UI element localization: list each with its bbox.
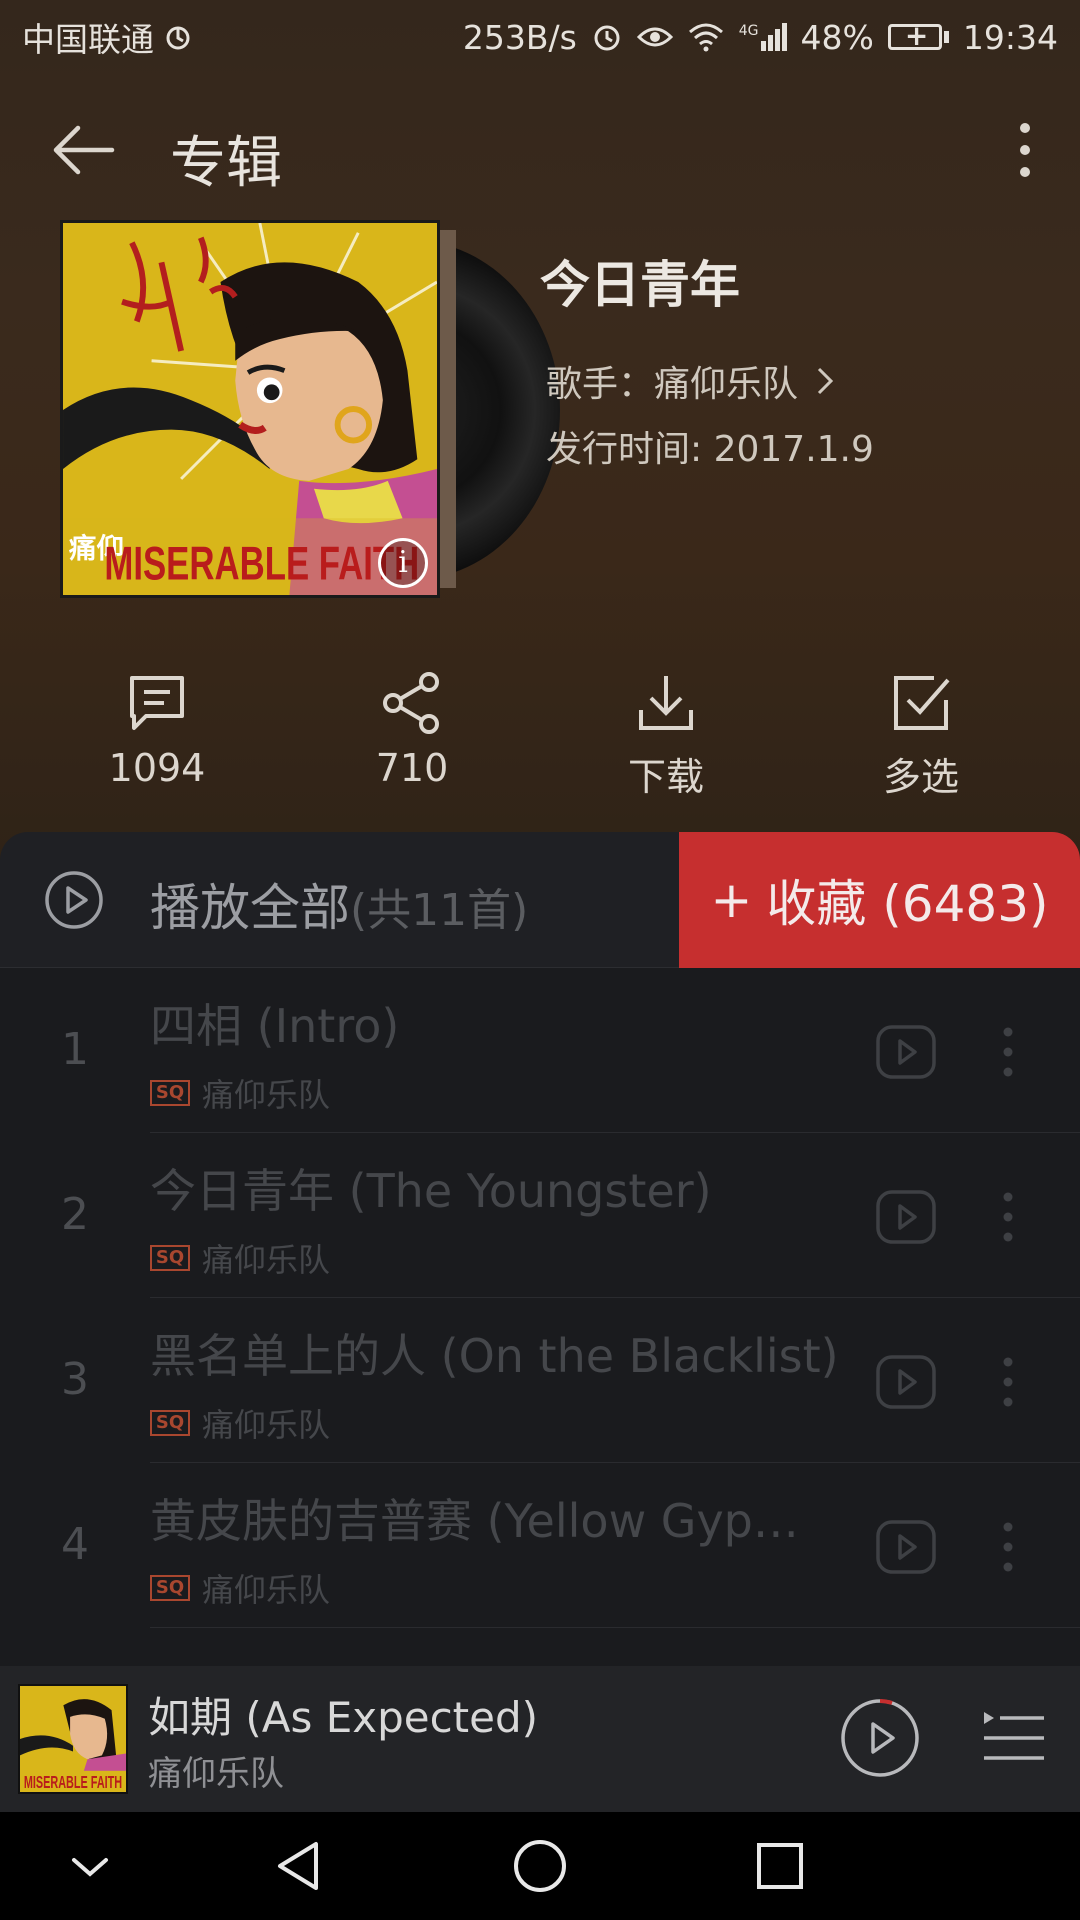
- back-arrow-icon[interactable]: [48, 120, 118, 180]
- song-index: 4: [61, 1519, 89, 1570]
- song-title: 今日青年 (The Youngster): [150, 1164, 712, 1218]
- comment-icon: [130, 676, 184, 730]
- share-count: 710: [375, 746, 449, 790]
- share-button[interactable]: 710: [322, 670, 502, 790]
- more-options-icon[interactable]: [1010, 118, 1040, 182]
- song-more-icon[interactable]: [995, 1354, 1021, 1410]
- song-artist: 痛仰乐队: [202, 1406, 331, 1444]
- battery-icon: [887, 19, 949, 52]
- multiselect-icon: [894, 676, 950, 730]
- collect-button[interactable]: + 收藏 (6483): [679, 832, 1080, 968]
- album-cover-illustration: 痛仰 MISERABLE FAITH: [63, 223, 437, 595]
- play-all-bar: 播放全部(共11首) + 收藏 (6483): [0, 832, 1080, 968]
- play-all-button[interactable]: 播放全部(共11首): [150, 868, 528, 940]
- song-artist: 痛仰乐队: [202, 1241, 331, 1279]
- collect-label: 收藏 (6483): [766, 875, 1049, 933]
- album-name: 今日青年: [540, 256, 740, 314]
- info-icon[interactable]: i: [378, 538, 428, 588]
- title-bar: 专辑: [0, 100, 1080, 200]
- song-more-icon[interactable]: [995, 1189, 1021, 1245]
- download-button[interactable]: 下载: [576, 670, 756, 801]
- mv-play-icon[interactable]: [875, 1189, 937, 1245]
- song-meta: SQ 痛仰乐队: [150, 1400, 330, 1446]
- status-bar: 中国联通 253B/s 4G 48% 19:34: [0, 0, 1080, 74]
- sq-badge: SQ: [150, 1410, 190, 1436]
- home-circle-icon[interactable]: [510, 1836, 570, 1896]
- song-meta: SQ 痛仰乐队: [150, 1235, 330, 1281]
- system-nav-bar: [0, 1812, 1080, 1920]
- mv-play-icon[interactable]: [875, 1354, 937, 1410]
- sleeve-edge: [438, 230, 456, 588]
- comment-button[interactable]: 1094: [67, 670, 247, 790]
- release-label: 发行时间:: [546, 429, 714, 470]
- multiselect-label: 多选: [882, 755, 959, 799]
- plus-icon: +: [710, 871, 753, 929]
- song-title: 黑名单上的人 (On the Blacklist): [150, 1329, 839, 1383]
- song-index: 2: [61, 1189, 89, 1240]
- album-cover: 痛仰 MISERABLE FAITH: [60, 220, 440, 598]
- album-art[interactable]: 痛仰 MISERABLE FAITH i: [60, 220, 560, 600]
- mini-player[interactable]: MISERABLE FAITH 如期 (As Expected) 痛仰乐队: [0, 1666, 1080, 1812]
- play-all-label: 播放全部: [150, 879, 350, 937]
- mini-player-cover: MISERABLE FAITH: [18, 1684, 128, 1794]
- song-row[interactable]: 1 四相 (Intro) SQ 痛仰乐队: [0, 968, 1080, 1133]
- download-icon: [639, 676, 693, 730]
- battery-percent: 48%: [800, 17, 874, 57]
- sq-badge: SQ: [150, 1575, 190, 1601]
- artist-link[interactable]: 歌手：痛仰乐队: [546, 355, 834, 407]
- song-meta: SQ 痛仰乐队: [150, 1070, 330, 1116]
- song-meta: SQ 痛仰乐队: [150, 1565, 330, 1611]
- hide-nav-chevron-icon[interactable]: [60, 1836, 120, 1896]
- wifi-icon: [688, 23, 723, 52]
- sq-badge: SQ: [150, 1245, 190, 1271]
- mini-cover-band-text: MISERABLE FAITH: [24, 1772, 122, 1792]
- song-count: (共11首): [350, 885, 529, 936]
- row-divider: [150, 1627, 1080, 1628]
- play-pause-icon[interactable]: [840, 1698, 920, 1778]
- song-title: 四相 (Intro): [150, 999, 400, 1053]
- clock: 19:34: [962, 17, 1058, 57]
- release-value: 2017.1.9: [713, 429, 874, 470]
- song-artist: 痛仰乐队: [202, 1076, 331, 1114]
- download-label: 下载: [627, 755, 704, 799]
- mv-play-icon[interactable]: [875, 1024, 937, 1080]
- play-all-icon[interactable]: [44, 870, 104, 930]
- artist-label: 歌手：: [546, 364, 655, 405]
- share-icon: [383, 672, 439, 734]
- song-index: 3: [61, 1354, 89, 1405]
- song-artist: 痛仰乐队: [202, 1571, 331, 1609]
- signal-icon: 4G: [739, 23, 787, 51]
- song-row[interactable]: 2 今日青年 (The Youngster) SQ 痛仰乐队: [0, 1133, 1080, 1298]
- back-triangle-icon[interactable]: [270, 1836, 330, 1896]
- hd-voice-icon: [166, 26, 190, 50]
- network-speed: 253B/s: [462, 17, 577, 57]
- comment-count: 1094: [108, 746, 206, 790]
- song-row[interactable]: 4 黄皮肤的吉普赛 (Yellow Gyp… SQ 痛仰乐队: [0, 1463, 1080, 1628]
- carrier-name: 中国联通: [22, 20, 154, 59]
- now-playing-artist: 痛仰乐队: [148, 1754, 284, 1794]
- alarm-icon: [594, 25, 620, 51]
- cover-band-text: MISERABLE FAITH: [104, 537, 419, 590]
- song-index: 1: [61, 1024, 89, 1075]
- song-title: 黄皮肤的吉普赛 (Yellow Gyp…: [150, 1494, 799, 1548]
- song-row[interactable]: 3 黑名单上的人 (On the Blacklist) SQ 痛仰乐队: [0, 1298, 1080, 1463]
- artist-name: 痛仰乐队: [654, 364, 799, 405]
- song-list: 1 四相 (Intro) SQ 痛仰乐队 2 今日青年 (The Youngster) SQ…: [0, 968, 1080, 1668]
- sq-badge: SQ: [150, 1080, 190, 1106]
- recents-square-icon[interactable]: [750, 1836, 810, 1896]
- multiselect-button[interactable]: 多选: [831, 670, 1011, 801]
- playlist-icon[interactable]: [982, 1708, 1046, 1768]
- now-playing-title: 如期 (As Expected): [148, 1693, 539, 1742]
- page-title: 专辑: [170, 131, 282, 196]
- chevron-right-icon: [817, 367, 834, 395]
- album-actions: 1094 710 下载 多选: [0, 670, 1080, 800]
- mv-play-icon[interactable]: [875, 1519, 937, 1575]
- song-more-icon[interactable]: [995, 1519, 1021, 1575]
- eye-comfort-icon: [636, 27, 673, 47]
- release-date: 发行时间: 2017.1.9: [546, 420, 874, 472]
- song-more-icon[interactable]: [995, 1024, 1021, 1080]
